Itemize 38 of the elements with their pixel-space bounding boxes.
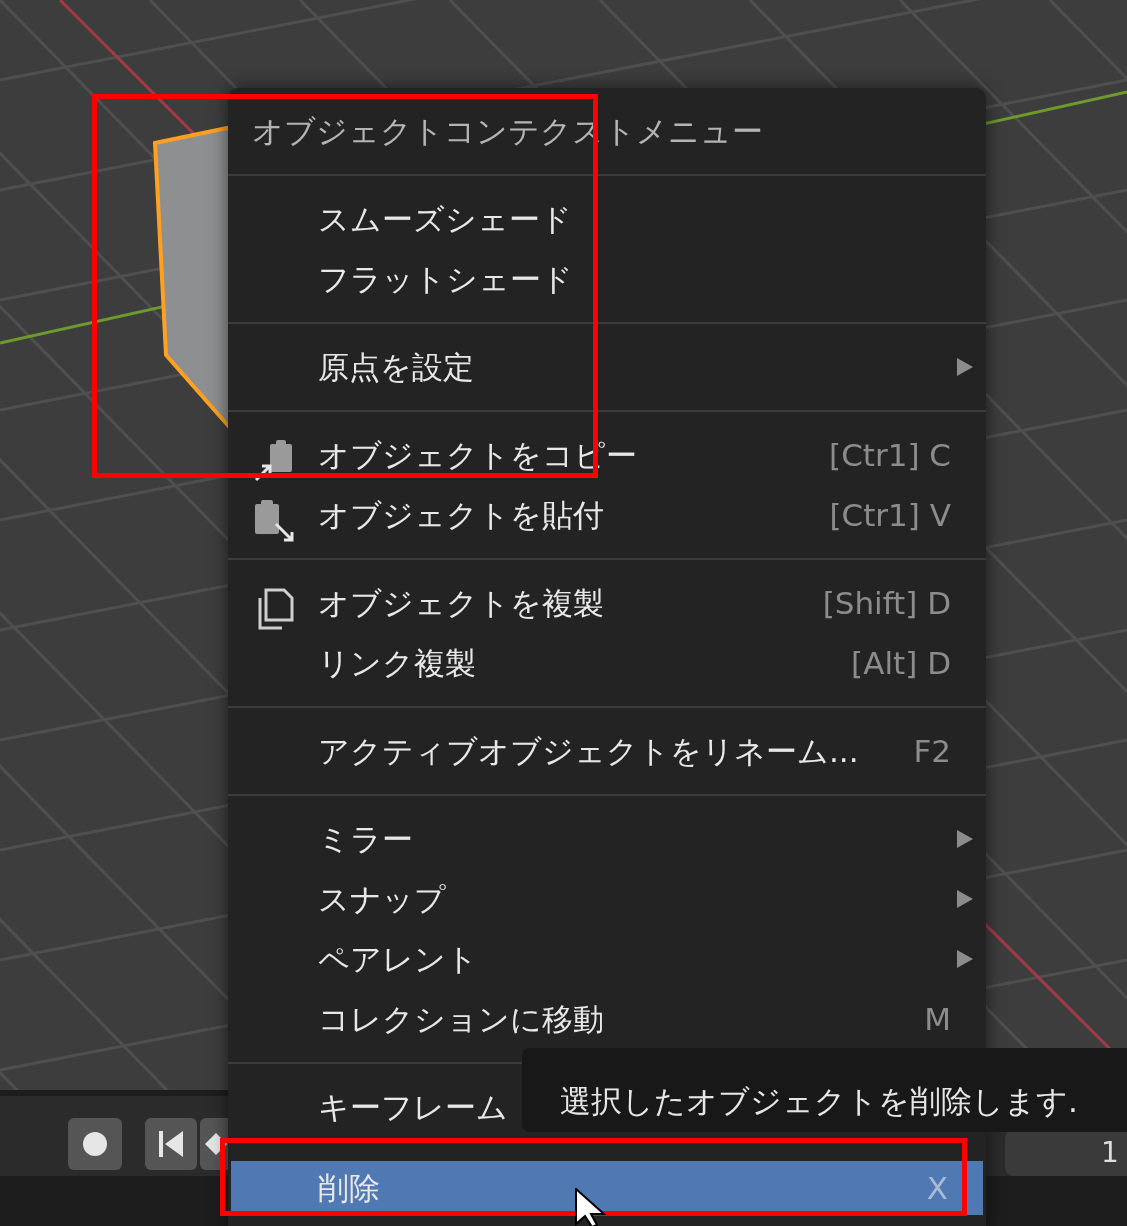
shortcut-label: [Shift] D xyxy=(822,583,951,623)
jump-to-start-icon xyxy=(157,1130,185,1158)
menu-item[interactable]: 削除 X xyxy=(231,1161,983,1215)
menu-item[interactable]: ペアレント xyxy=(228,929,986,989)
menu-item[interactable]: リンク複製 [Alt] D xyxy=(228,633,986,693)
keyframe-icon xyxy=(204,1132,228,1156)
menu-item-label: 原点を設定 xyxy=(318,347,474,387)
record-icon xyxy=(82,1131,108,1157)
menu-item[interactable]: コレクションに移動 M xyxy=(228,989,986,1049)
menu-item[interactable]: スムーズシェード xyxy=(228,189,986,249)
menu-item-label: ミラー xyxy=(318,819,413,859)
menu-item-label: アクティブオブジェクトをリネーム... xyxy=(318,731,859,771)
shortcut-label: [Alt] D xyxy=(851,643,951,683)
tooltip: 選択したオブジェクトを削除します. xyxy=(522,1048,1127,1132)
menu-item[interactable]: オブジェクトを貼付 [Ctr1] V xyxy=(228,485,986,545)
shortcut-label: [Ctr1] V xyxy=(829,495,951,535)
menu-item[interactable]: フラットシェード xyxy=(228,249,986,309)
menu-item[interactable]: アクティブオブジェクトをリネーム... F2 xyxy=(228,721,986,781)
menu-item-label: オブジェクトを貼付 xyxy=(318,495,604,535)
menu-item[interactable]: オブジェクトを複製 [Shift] D xyxy=(228,573,986,633)
menu-item[interactable]: 原点を設定 xyxy=(228,337,986,397)
menu-item-label: ペアレント xyxy=(318,939,478,979)
menu-item-label: 削除 xyxy=(318,1168,380,1208)
menu-item[interactable]: スナップ xyxy=(228,869,986,929)
menu-item-label: リンク複製 xyxy=(318,643,476,683)
menu-item[interactable]: ミラー xyxy=(228,809,986,869)
menu-item-label: フラットシェード xyxy=(318,259,573,299)
jump-to-start-button[interactable] xyxy=(145,1118,197,1170)
shortcut-label: [Ctr1] C xyxy=(829,435,951,475)
menu-item-label: スナップ xyxy=(318,879,446,919)
menu-item-label: コレクションに移動 xyxy=(318,999,604,1039)
frame-field[interactable]: 1 xyxy=(1005,1130,1127,1176)
menu-item-label: オブジェクトを複製 xyxy=(318,583,604,623)
shortcut-label: F2 xyxy=(913,731,951,771)
menu-item-label: スムーズシェード xyxy=(318,199,572,239)
shortcut-label: M xyxy=(924,999,951,1039)
shortcut-label: X xyxy=(926,1168,948,1208)
record-button[interactable] xyxy=(68,1118,122,1170)
